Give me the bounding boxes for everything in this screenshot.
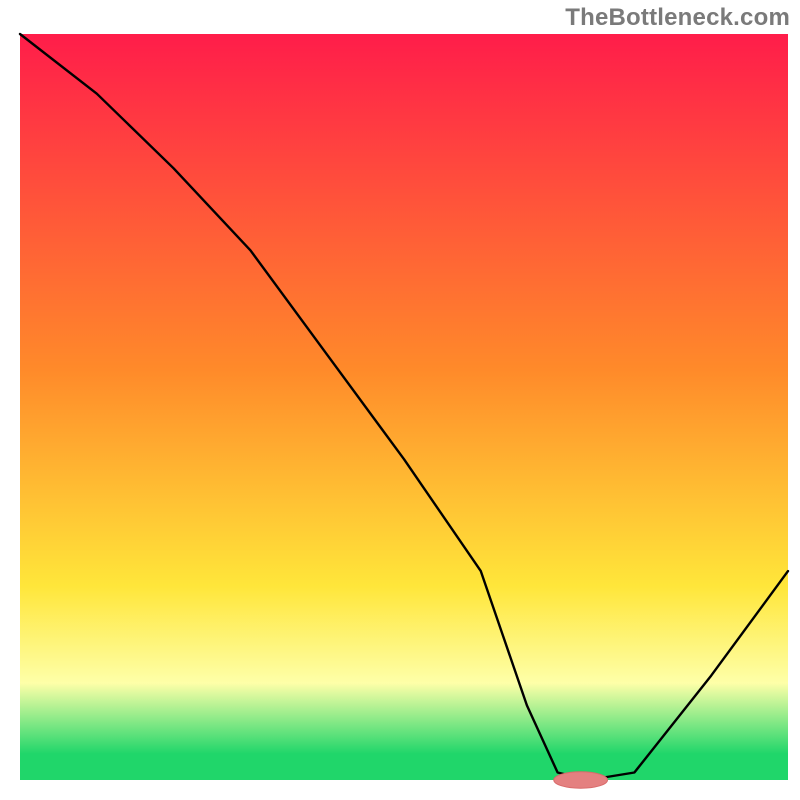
optimal-point-marker (554, 772, 608, 788)
chart-container: TheBottleneck.com (0, 0, 800, 800)
bottleneck-chart (0, 0, 800, 800)
watermark-text: TheBottleneck.com (565, 4, 790, 32)
gradient-background (20, 34, 788, 780)
